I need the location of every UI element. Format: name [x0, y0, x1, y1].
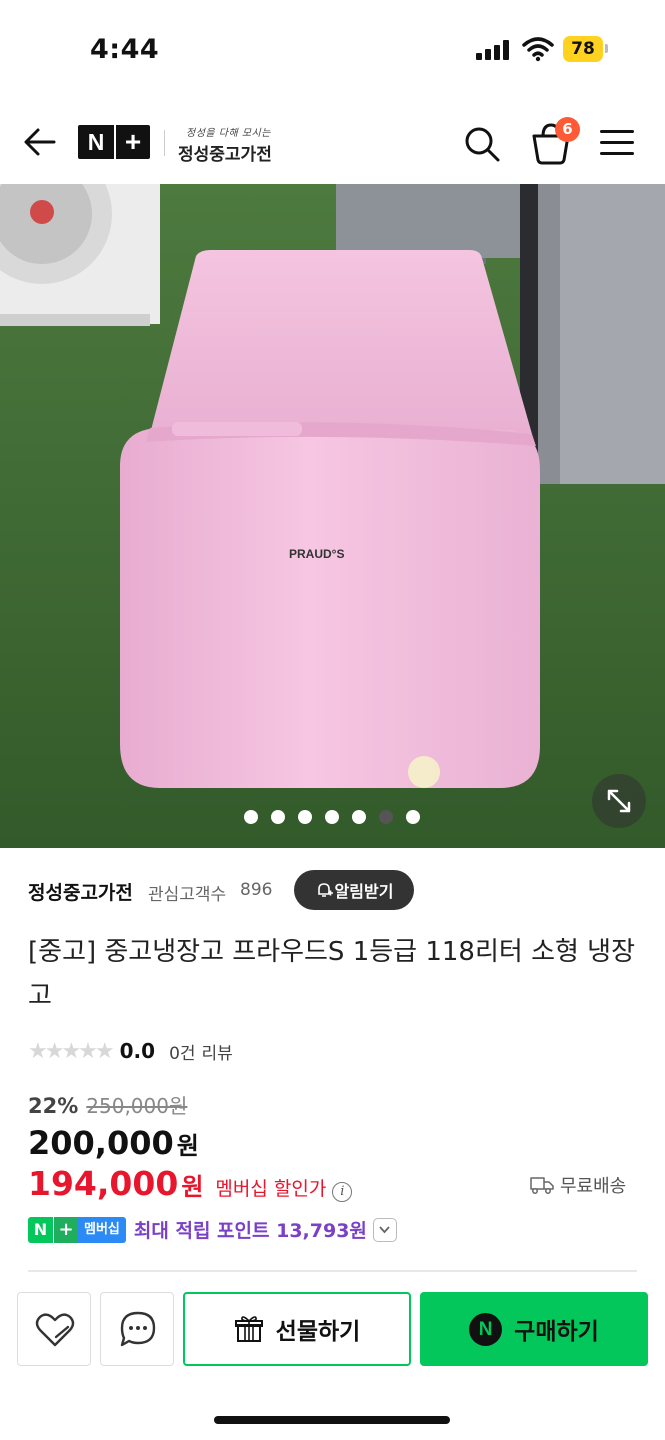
- follower-count: 896: [240, 880, 273, 900]
- gift-button-label: 선물하기: [275, 1319, 361, 1345]
- gallery-dot-active[interactable]: [379, 810, 393, 824]
- chevron-down-icon[interactable]: [372, 1217, 397, 1242]
- points-row[interactable]: N + 멤버십 최대 적립 포인트 13,793원: [28, 1216, 397, 1243]
- store-slogan: 정성을 다해 모시는: [186, 128, 271, 139]
- badge-plus: +: [53, 1216, 78, 1243]
- member-price: 194,000 원 멤버십 할인가 i: [28, 1164, 353, 1203]
- gift-icon: [234, 1316, 263, 1342]
- header-separator: [164, 130, 165, 156]
- info-icon[interactable]: i: [332, 1182, 353, 1202]
- store-name[interactable]: 정성중고가전: [28, 878, 133, 905]
- naver-pay-icon: N: [469, 1312, 503, 1346]
- store-row: 정성중고가전 관심고객수 896 알림받기: [28, 870, 638, 912]
- arrow-left-icon[interactable]: [22, 124, 58, 160]
- discount-rate: 22%: [28, 1094, 79, 1118]
- signal-icon: [476, 40, 510, 60]
- points-text: 최대 적립 포인트 13,793원: [133, 1220, 367, 1242]
- truck-icon: [530, 1177, 554, 1194]
- shipping-label: 무료배송: [560, 1176, 627, 1197]
- original-price: 250,000원: [86, 1094, 188, 1118]
- logo-n: N: [87, 129, 105, 155]
- gift-button[interactable]: 선물하기: [183, 1292, 411, 1366]
- member-price-unit: 원: [181, 1173, 204, 1201]
- shipping-info: 무료배송: [530, 1172, 626, 1198]
- status-time: 4:44: [90, 34, 160, 65]
- discount-row: 22% 250,000원: [28, 1090, 187, 1119]
- gallery-dot[interactable]: [298, 810, 312, 824]
- expand-icon[interactable]: [592, 774, 646, 828]
- rating-stars-icon: ★★★★★: [28, 1038, 115, 1064]
- rating-row[interactable]: ★★★★★ 0.0 0건 리뷰: [28, 1036, 233, 1066]
- wishlist-button[interactable]: [17, 1292, 91, 1366]
- store-logo-name: 정성중고가전: [178, 145, 272, 165]
- review-count: 0건: [169, 1043, 196, 1064]
- app-header: N + 정성을 다해 모시는 정성중고가전: [0, 100, 665, 184]
- menu-icon[interactable]: [598, 128, 636, 158]
- sale-price: 200,000 원: [28, 1124, 199, 1162]
- rating-value: 0.0: [119, 1039, 156, 1063]
- gallery-dot[interactable]: [406, 810, 420, 824]
- battery-icon: 78: [563, 36, 603, 62]
- badge-n: N: [28, 1216, 53, 1243]
- alert-subscribe-button[interactable]: 알림받기: [294, 870, 414, 910]
- bell-plus-icon: [317, 883, 333, 897]
- heart-plus-icon: [35, 1313, 75, 1347]
- content-divider: [28, 1270, 637, 1272]
- review-label: 리뷰: [201, 1043, 233, 1064]
- gallery-dot[interactable]: [352, 810, 366, 824]
- gallery-dots: [244, 810, 420, 824]
- status-bar: 4:44 78: [0, 0, 665, 100]
- gallery-dot[interactable]: [271, 810, 285, 824]
- home-indicator: [214, 1416, 450, 1424]
- gallery-dot[interactable]: [325, 810, 339, 824]
- membership-badge: N + 멤버십: [28, 1216, 126, 1243]
- brand-label: PRAUD°S: [289, 547, 344, 561]
- gallery-dot[interactable]: [244, 810, 258, 824]
- sale-price-unit: 원: [176, 1132, 199, 1160]
- follower-label: 관심고객수: [148, 885, 227, 905]
- product-image[interactable]: PRAUD°S: [0, 184, 665, 848]
- store-logo[interactable]: 정성을 다해 모시는 정성중고가전: [178, 124, 272, 165]
- alert-button-label: 알림받기: [334, 882, 394, 901]
- chat-button[interactable]: [100, 1292, 174, 1366]
- member-price-value: 194,000: [28, 1164, 179, 1203]
- search-icon[interactable]: [462, 124, 502, 164]
- buy-button-label: 구매하기: [514, 1319, 599, 1345]
- logo-plus: +: [124, 126, 142, 157]
- buy-button[interactable]: N 구매하기: [420, 1292, 648, 1366]
- battery-tip: [605, 44, 608, 53]
- sale-price-value: 200,000: [28, 1124, 174, 1162]
- chat-bubble-icon: [120, 1311, 156, 1347]
- naver-plus-logo[interactable]: N +: [78, 125, 150, 159]
- fridge-photo: PRAUD°S: [0, 184, 665, 848]
- member-price-label: 멤버십 할인가: [215, 1178, 327, 1200]
- cart-count-badge: 6: [555, 117, 580, 142]
- badge-membership: 멤버십: [78, 1216, 126, 1243]
- product-title: [중고] 중고냉장고 프라우드S 1등급 118리터 소형 냉장고: [28, 937, 636, 1011]
- wifi-icon: [522, 37, 554, 62]
